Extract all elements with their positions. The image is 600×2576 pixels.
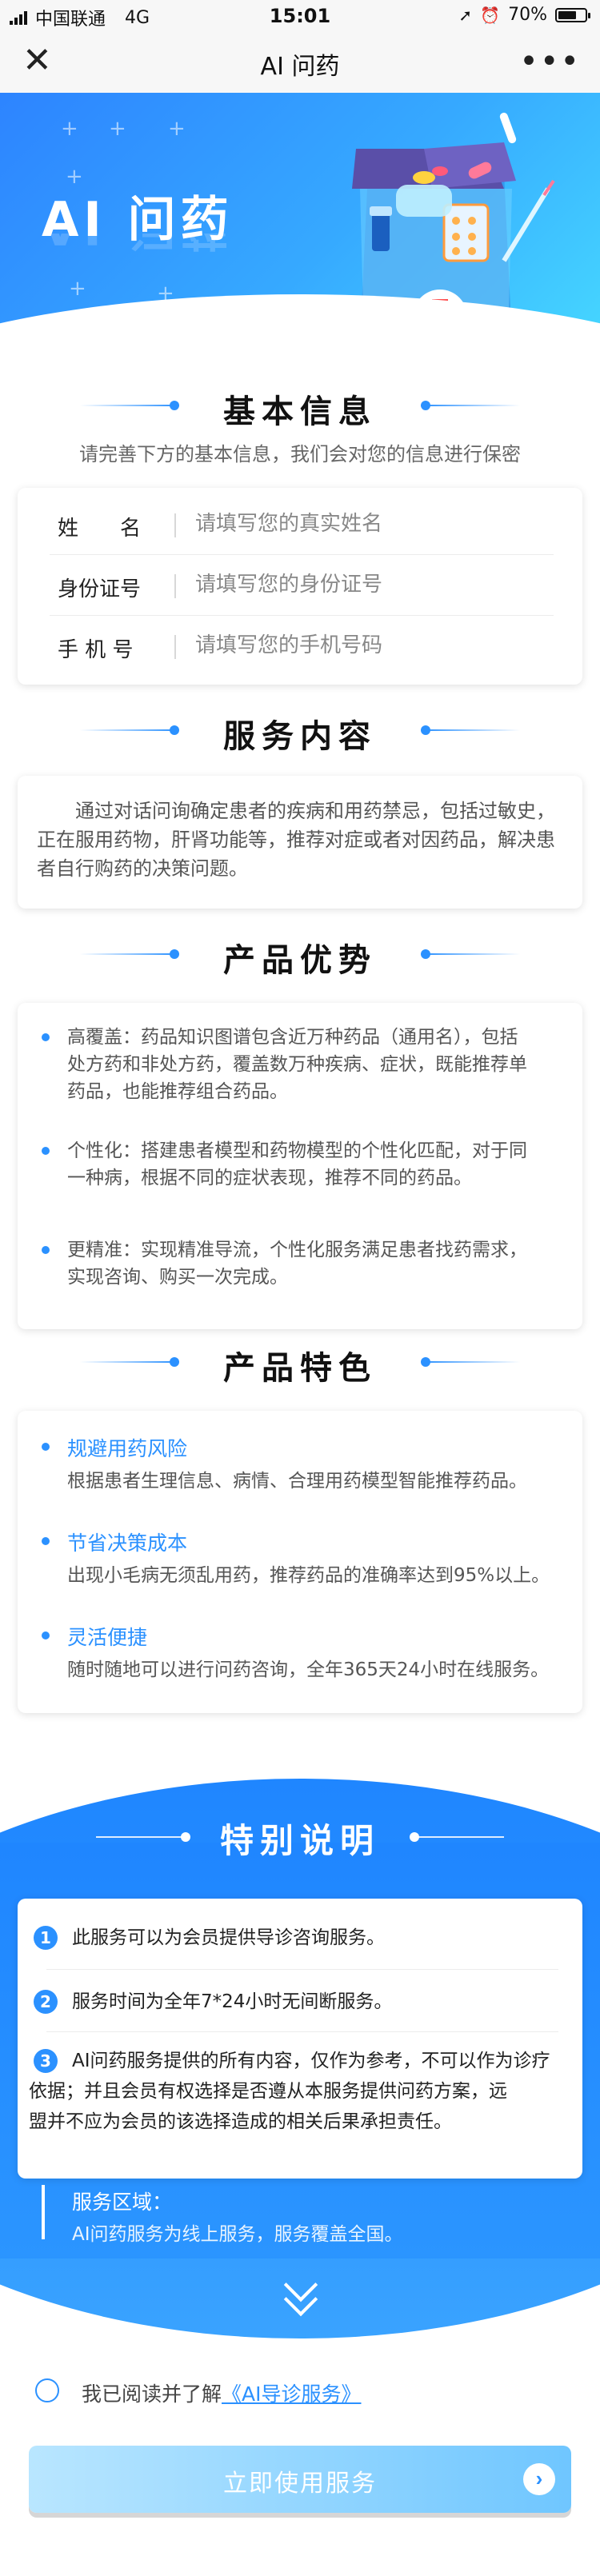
text-line: 更精准：实现精准导流，个性化服务满足患者找药需求， bbox=[67, 1240, 527, 1260]
feature-item: 灵活便捷 随时随地可以进行问药咨询，全年365天24小时在线服务。 bbox=[18, 1622, 582, 1686]
number-badge: 2 bbox=[34, 1990, 58, 2014]
text-line: 高覆盖：药品知识图谱包含近万种药品（通用名），包括 bbox=[67, 1027, 518, 1048]
section-title: 基本信息 bbox=[223, 393, 377, 430]
bullet-icon bbox=[42, 1443, 50, 1451]
use-service-label: 立即使用服务 bbox=[223, 2470, 377, 2497]
arrow-right-icon: › bbox=[523, 2463, 555, 2495]
alarm-icon: ⏰ bbox=[480, 5, 501, 25]
agreement-text: 我已阅读并了解《AI导诊服务》 bbox=[82, 2378, 362, 2407]
section-title: 产品特色 bbox=[223, 1350, 377, 1387]
text-line: 处方药和非处方药，覆盖数万种疾病、症状，既能推荐单 bbox=[67, 1054, 527, 1075]
status-right: ➚ ⏰ 70% bbox=[458, 5, 590, 25]
id-label: 身份证号 bbox=[58, 577, 142, 601]
region-accent-bar bbox=[42, 2185, 45, 2239]
features-card: 规避用药风险 根据患者生理信息、病情、合理用药模型智能推荐药品。 节省决策成本 … bbox=[18, 1411, 582, 1713]
bullet-icon bbox=[42, 1246, 50, 1254]
battery-icon bbox=[555, 7, 590, 22]
number-badge: 1 bbox=[34, 1926, 58, 1950]
text-line: 药品，也能推荐组合药品。 bbox=[67, 1081, 288, 1102]
section-title: 服务内容 bbox=[223, 718, 377, 755]
feature-desc: 随时随地可以进行问药咨询，全年365天24小时在线服务。 bbox=[67, 1659, 550, 1680]
section-title: 产品优势 bbox=[223, 942, 377, 979]
phone-input[interactable] bbox=[195, 630, 547, 661]
section-header-advantages: 产品优势 bbox=[0, 934, 600, 979]
more-icon[interactable]: ••• bbox=[519, 43, 581, 80]
number-badge: 3 bbox=[34, 2049, 58, 2073]
text-line: 者自行购药的决策问题。 bbox=[37, 857, 248, 880]
basic-info-form: 姓 名 身份证号 手 机 号 bbox=[18, 488, 582, 685]
text-line: 此服务可以为会员提供导诊咨询服务。 bbox=[72, 1927, 385, 1948]
service-content-card: 通过对话问询确定患者的疾病和用药禁忌，包括过敏史， 正在服用药物，肝肾功能等，推… bbox=[18, 776, 582, 909]
feature-item: 节省决策成本 出现小毛病无须乱用药，推荐药品的准确率达到95%以上。 bbox=[18, 1528, 582, 1592]
text-line: 个性化：搭建患者模型和药物模型的个性化匹配，对于同 bbox=[67, 1140, 527, 1161]
section-header-basic-info: 基本信息 bbox=[0, 385, 600, 430]
section-title: 特别说明 bbox=[219, 1821, 380, 1860]
note-item: 3 AI问药服务提供的所有内容，仅作为参考，不可以作为诊疗 依据；并且会员有权选… bbox=[29, 2046, 573, 2150]
hero-title-reflection: AI 问药 bbox=[42, 234, 234, 266]
note-item: 1 此服务可以为会员提供导诊咨询服务。 bbox=[29, 1923, 573, 1955]
advantage-item: 个性化：搭建患者模型和药物模型的个性化匹配，对于同 一种病，根据不同的症状表现，… bbox=[18, 1137, 582, 1198]
bullet-icon bbox=[42, 1631, 50, 1639]
agreement-link[interactable]: 《AI导诊服务》 bbox=[222, 2382, 361, 2406]
page-title: AI 问药 bbox=[260, 53, 340, 81]
text-line: 正在服用药物，肝肾功能等，推荐对症或者对因药品，解决患 bbox=[37, 829, 555, 851]
battery-percent: 70% bbox=[508, 5, 547, 25]
nav-bar: ✕ AI 问药 ••• bbox=[0, 32, 600, 94]
phone-label: 手 机 号 bbox=[58, 638, 134, 662]
bullet-icon bbox=[42, 1147, 50, 1155]
basic-info-subtitle: 请完善下方的基本信息，我们会对您的信息进行保密 bbox=[79, 443, 521, 465]
text-line: 一种病，根据不同的症状表现，推荐不同的药品。 bbox=[67, 1168, 472, 1188]
advantage-item: 高覆盖：药品知识图谱包含近万种药品（通用名），包括 处方药和非处方药，覆盖数万种… bbox=[18, 1024, 582, 1112]
id-number-input[interactable] bbox=[195, 569, 547, 600]
text-line: 通过对话问询确定患者的疾病和用药禁忌，包括过敏史， bbox=[37, 800, 555, 822]
use-service-button[interactable]: 立即使用服务 › bbox=[29, 2446, 571, 2513]
text-line: 服务时间为全年7*24小时无间断服务。 bbox=[72, 1991, 393, 2012]
bullet-icon bbox=[42, 1537, 50, 1545]
name-row: 姓 名 bbox=[18, 494, 582, 555]
note-item: 2 服务时间为全年7*24小时无间断服务。 bbox=[29, 1987, 573, 2019]
sparkle-icon: + bbox=[109, 117, 126, 141]
feature-title: 规避用药风险 bbox=[67, 1437, 188, 1460]
text-line: 实现咨询、购买一次完成。 bbox=[67, 1267, 288, 1288]
text-line: AI问药服务提供的所有内容，仅作为参考，不可以作为诊疗 bbox=[72, 2051, 550, 2071]
feature-desc: 根据患者生理信息、病情、合理用药模型智能推荐药品。 bbox=[67, 1471, 527, 1492]
hero-banner: + + + + + + AI 问药 AI 问药 bbox=[0, 93, 600, 357]
agreement-checkbox[interactable] bbox=[35, 2378, 59, 2402]
special-notes-section: 特别说明 1 此服务可以为会员提供导诊咨询服务。 2 服务时间为全年7*24小时… bbox=[0, 1779, 600, 2338]
special-notes-card: 1 此服务可以为会员提供导诊咨询服务。 2 服务时间为全年7*24小时无间断服务… bbox=[18, 1899, 582, 2179]
service-content-text: 通过对话问询确定患者的疾病和用药禁忌，包括过敏史， 正在服用药物，肝肾功能等，推… bbox=[37, 797, 573, 883]
section-header-features: 产品特色 bbox=[0, 1342, 600, 1387]
id-row: 身份证号 bbox=[18, 555, 582, 616]
battery-level bbox=[558, 10, 577, 19]
section-header-service-content: 服务内容 bbox=[0, 710, 600, 755]
sparkle-icon: + bbox=[168, 117, 186, 141]
feature-title: 节省决策成本 bbox=[67, 1532, 188, 1555]
sparkle-icon: + bbox=[61, 117, 78, 141]
advantages-card: 高覆盖：药品知识图谱包含近万种药品（通用名），包括 处方药和非处方药，覆盖数万种… bbox=[18, 1003, 582, 1329]
text-line: 盟并不应为会员的该选择造成的相关后果承担责任。 bbox=[29, 2111, 452, 2132]
name-input[interactable] bbox=[195, 509, 547, 539]
phone-row: 手 机 号 bbox=[18, 616, 582, 677]
sparkle-icon: + bbox=[69, 277, 86, 301]
region-text: AI问药服务为线上服务，服务覆盖全国。 bbox=[72, 2224, 403, 2245]
text-line: 依据；并且会员有权选择是否遵从本服务提供问药方案，远 bbox=[29, 2081, 507, 2102]
name-label: 姓 名 bbox=[58, 517, 142, 541]
feature-title: 灵活便捷 bbox=[67, 1626, 148, 1649]
advantage-item: 更精准：实现精准导流，个性化服务满足患者找药需求， 实现咨询、购买一次完成。 bbox=[18, 1236, 582, 1297]
agreement-prefix: 我已阅读并了解 bbox=[82, 2382, 222, 2406]
feature-item: 规避用药风险 根据患者生理信息、病情、合理用药模型智能推荐药品。 bbox=[18, 1433, 582, 1497]
location-icon: ➚ bbox=[458, 5, 473, 25]
status-bar: 中国联通 4G 15:01 ➚ ⏰ 70% bbox=[0, 0, 600, 32]
feature-desc: 出现小毛病无须乱用药，推荐药品的准确率达到95%以上。 bbox=[67, 1565, 550, 1586]
bullet-icon bbox=[42, 1033, 50, 1041]
region-label: 服务区域： bbox=[72, 2191, 173, 2214]
